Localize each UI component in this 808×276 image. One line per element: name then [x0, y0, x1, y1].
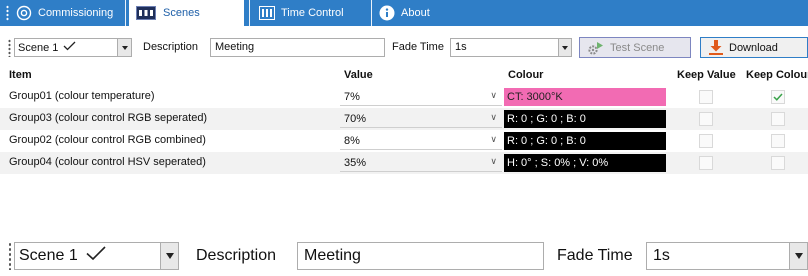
scene-dropdown-button[interactable]	[160, 243, 178, 269]
keep-colour-checkbox[interactable]	[771, 156, 785, 170]
item-cell: Group04 (colour control HSV seperated)	[9, 156, 206, 168]
tab-time-control-label: Time Control	[281, 7, 344, 19]
test-scene-button[interactable]: Test Scene	[579, 37, 691, 58]
tab-about[interactable]: About	[378, 0, 458, 26]
checkmark-icon	[773, 93, 783, 101]
description-field[interactable]: Meeting	[297, 242, 544, 270]
checkmark-icon	[63, 41, 76, 54]
table-row[interactable]: Group04 (colour control HSV seperated) 3…	[0, 152, 808, 174]
scene-select[interactable]: Scene 1	[14, 38, 132, 57]
tab-about-label: About	[401, 7, 430, 19]
toolbar-grip-icon[interactable]	[8, 242, 12, 270]
description-label: Description	[196, 247, 277, 264]
scenes-icon	[135, 5, 157, 22]
zoomed-scene-toolbar: Scene 1 Description Meeting Fade Time 1s	[0, 236, 808, 276]
download-label: Download	[729, 41, 778, 54]
chevron-down-icon	[794, 253, 803, 259]
value-select[interactable]: 70% ∨	[340, 110, 502, 128]
value-select[interactable]: 8% ∨	[340, 132, 502, 150]
fade-time-dropdown-button[interactable]	[789, 243, 807, 269]
tab-scenes-label: Scenes	[163, 7, 200, 19]
scene-dropdown-button[interactable]	[117, 39, 131, 56]
fade-time-dropdown-button[interactable]	[558, 39, 571, 56]
chevron-down-icon	[165, 253, 174, 259]
colour-cell[interactable]: CT: 3000°K	[504, 88, 666, 106]
scene-select-value: Scene 1	[19, 247, 78, 264]
toolbar-grip-icon[interactable]	[8, 39, 11, 57]
fade-time-label: Fade Time	[392, 41, 444, 53]
value-cell: 35%	[344, 157, 367, 169]
tab-separator	[249, 0, 250, 26]
fade-time-select[interactable]: 1s	[646, 242, 808, 270]
keep-value-checkbox[interactable]	[699, 112, 713, 126]
fade-time-select[interactable]: 1s	[450, 38, 572, 57]
tab-commissioning-label: Commissioning	[38, 7, 114, 19]
tab-separator	[371, 0, 372, 26]
column-header-keep-colour[interactable]: Keep Colour	[746, 69, 808, 81]
chevron-down-icon	[562, 45, 568, 50]
colour-cell[interactable]: R: 0 ; G: 0 ; B: 0	[504, 132, 666, 150]
fade-time-value: 1s	[653, 247, 670, 264]
download-icon	[709, 40, 723, 55]
item-cell: Group03 (colour control RGB seperated)	[9, 112, 208, 124]
tab-scenes[interactable]: Scenes	[129, 0, 244, 26]
colour-cell[interactable]: R: 0 ; G: 0 ; B: 0	[504, 110, 666, 128]
keep-colour-checkbox[interactable]	[771, 112, 785, 126]
item-cell: Group01 (colour temperature)	[9, 90, 155, 102]
keep-value-checkbox[interactable]	[699, 156, 713, 170]
value-cell: 7%	[344, 91, 360, 103]
tab-time-control[interactable]: Time Control	[258, 0, 368, 26]
info-icon	[378, 5, 395, 22]
chevron-down-icon: ∨	[490, 156, 497, 166]
column-header-keep-value[interactable]: Keep Value	[677, 69, 736, 81]
chevron-down-icon	[121, 45, 128, 50]
fade-time-label: Fade Time	[557, 247, 633, 264]
keep-colour-checkbox[interactable]	[771, 90, 785, 104]
time-control-icon	[258, 5, 275, 22]
keep-value-checkbox[interactable]	[699, 90, 713, 104]
value-select[interactable]: 35% ∨	[340, 154, 502, 172]
commissioning-icon	[15, 5, 32, 22]
table-row[interactable]: Group02 (colour control RGB combined) 8%…	[0, 130, 808, 152]
value-select[interactable]: 7% ∨	[340, 88, 502, 106]
scene-select-value: Scene 1	[18, 41, 59, 54]
value-cell: 70%	[344, 113, 367, 125]
column-header-colour[interactable]: Colour	[508, 69, 543, 81]
colour-cell[interactable]: H: 0° ; S: 0% ; V: 0%	[504, 154, 666, 172]
scene-toolbar: Scene 1 Description Meeting Fade Time 1s…	[0, 33, 808, 63]
chevron-down-icon: ∨	[490, 90, 497, 100]
keep-colour-checkbox[interactable]	[771, 134, 785, 148]
test-scene-label: Test Scene	[610, 41, 665, 54]
column-header-value[interactable]: Value	[344, 69, 373, 81]
column-header-item[interactable]: Item	[9, 69, 32, 81]
description-label: Description	[143, 41, 199, 53]
download-button[interactable]: Download	[700, 37, 808, 58]
table-row[interactable]: Group01 (colour temperature) 7% ∨ CT: 30…	[0, 86, 808, 108]
chevron-down-icon: ∨	[490, 112, 497, 122]
fade-time-value: 1s	[455, 41, 467, 53]
main-tab-bar: Commissioning Scenes Time Control About	[0, 0, 808, 26]
tab-grip-icon	[6, 5, 9, 21]
tab-commissioning[interactable]: Commissioning	[6, 0, 124, 26]
keep-value-checkbox[interactable]	[699, 134, 713, 148]
description-field[interactable]: Meeting	[210, 38, 385, 57]
tab-separator	[125, 0, 126, 26]
checkmark-icon	[86, 246, 106, 266]
chevron-down-icon: ∨	[490, 134, 497, 144]
gear-play-icon	[588, 41, 604, 55]
table-row[interactable]: Group03 (colour control RGB seperated) 7…	[0, 108, 808, 130]
scene-select[interactable]: Scene 1	[14, 242, 179, 270]
value-cell: 8%	[344, 135, 360, 147]
item-cell: Group02 (colour control RGB combined)	[9, 134, 206, 146]
table-header: Item Value Colour Keep Value Keep Colour	[0, 66, 808, 84]
